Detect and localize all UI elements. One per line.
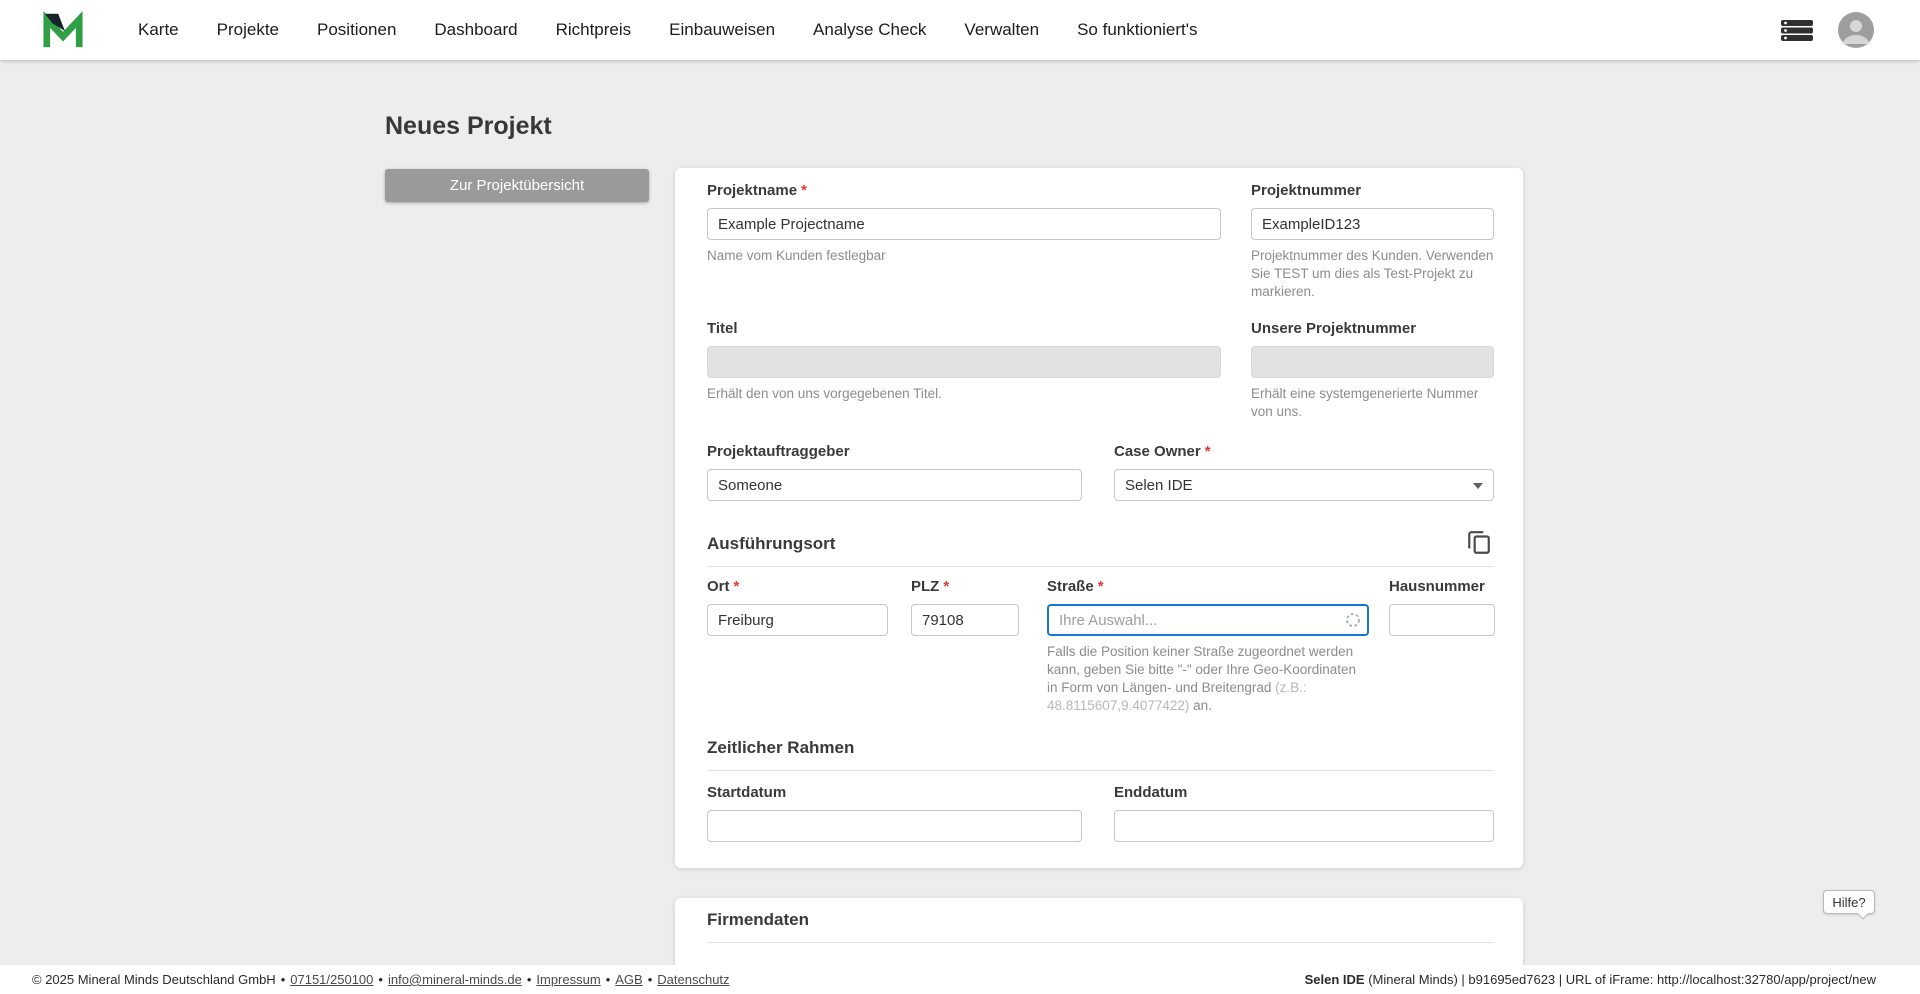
field-enddatum: Enddatum	[1114, 784, 1494, 842]
projektnummer-input[interactable]	[1251, 208, 1494, 240]
enddatum-label: Enddatum	[1114, 784, 1494, 802]
titel-input	[707, 346, 1221, 378]
enddatum-input[interactable]	[1114, 810, 1494, 842]
footer-session-info: Selen IDE (Mineral Minds) | b91695ed7623…	[1305, 972, 1876, 987]
projektauftraggeber-input[interactable]	[707, 469, 1082, 501]
nav-item-so-funktionierts[interactable]: So funktioniert's	[1077, 20, 1197, 40]
nav-item-richtpreis[interactable]: Richtpreis	[556, 20, 632, 40]
field-ort: Ort*	[707, 578, 888, 636]
projektnummer-helper: Projektnummer des Kunden. Verwenden Sie …	[1251, 247, 1494, 301]
footer-legal: © 2025 Mineral Minds Deutschland GmbH•07…	[32, 972, 730, 987]
nav-item-dashboard[interactable]: Dashboard	[434, 20, 517, 40]
projektauftraggeber-label: Projektauftraggeber	[707, 443, 1082, 461]
ort-input[interactable]	[707, 604, 888, 636]
zeitlicher-rahmen-heading: Zeitlicher Rahmen	[707, 738, 1494, 758]
strasse-input[interactable]	[1047, 604, 1369, 636]
case-owner-select[interactable]: Selen IDE	[1114, 469, 1494, 501]
user-avatar[interactable]	[1838, 12, 1874, 48]
datenschutz-link[interactable]: Datenschutz	[657, 972, 729, 987]
top-nav-bar: Karte Projekte Positionen Dashboard Rich…	[0, 0, 1920, 60]
required-marker: *	[734, 578, 740, 595]
copy-icon[interactable]	[1464, 528, 1494, 561]
hausnummer-label: Hausnummer	[1389, 578, 1495, 596]
titel-helper: Erhält den von uns vorgegebenen Titel.	[707, 385, 1221, 403]
ort-label: Ort*	[707, 578, 888, 596]
impressum-link[interactable]: Impressum	[536, 972, 600, 987]
field-projektnummer: Projektnummer Projektnummer des Kunden. …	[1251, 182, 1494, 301]
new-project-form-card: Projektname* Name vom Kunden festlegbar …	[675, 168, 1523, 868]
section-firmendaten: Firmendaten	[707, 910, 1494, 943]
hausnummer-input[interactable]	[1389, 604, 1495, 636]
nav-item-karte[interactable]: Karte	[138, 20, 179, 40]
nav-item-projekte[interactable]: Projekte	[217, 20, 279, 40]
footer-bar: © 2025 Mineral Minds Deutschland GmbH•07…	[0, 965, 1920, 994]
unsere-projektnummer-helper: Erhält eine systemgenerierte Nummer von …	[1251, 385, 1494, 421]
field-hausnummer: Hausnummer	[1389, 578, 1495, 636]
mineral-minds-logo-icon[interactable]	[42, 10, 84, 55]
footer-session-details: (Mineral Minds) | b91695ed7623 | URL of …	[1365, 972, 1876, 987]
help-button[interactable]: Hilfe?	[1823, 890, 1875, 914]
plz-input[interactable]	[911, 604, 1019, 636]
loading-spinner-icon	[1345, 612, 1361, 633]
startdatum-input[interactable]	[707, 810, 1082, 842]
titel-label: Titel	[707, 320, 1221, 338]
copyright-text: © 2025 Mineral Minds Deutschland GmbH	[32, 972, 276, 987]
startdatum-label: Startdatum	[707, 784, 1082, 802]
required-marker: *	[1098, 578, 1104, 595]
nav-item-einbauweisen[interactable]: Einbauweisen	[669, 20, 775, 40]
field-projektauftraggeber: Projektauftraggeber	[707, 443, 1082, 501]
strasse-label: Straße*	[1047, 578, 1369, 596]
ausfuehrungsort-heading: Ausführungsort	[707, 534, 1494, 554]
case-owner-label: Case Owner*	[1114, 443, 1494, 461]
field-plz: PLZ*	[911, 578, 1019, 636]
unsere-projektnummer-input	[1251, 346, 1494, 378]
field-projektname: Projektname* Name vom Kunden festlegbar	[707, 182, 1221, 265]
plz-label: PLZ*	[911, 578, 1019, 596]
field-unsere-projektnummer: Unsere Projektnummer Erhält eine systemg…	[1251, 320, 1494, 421]
required-marker: *	[943, 578, 949, 595]
field-startdatum: Startdatum	[707, 784, 1082, 842]
field-titel: Titel Erhält den von uns vorgegebenen Ti…	[707, 320, 1221, 403]
firmendaten-heading: Firmendaten	[707, 910, 1494, 930]
required-marker: *	[1205, 443, 1211, 460]
nav-item-verwalten[interactable]: Verwalten	[964, 20, 1039, 40]
case-owner-value: Selen IDE	[1125, 477, 1193, 494]
server-icon[interactable]	[1780, 18, 1814, 42]
footer-user-name: Selen IDE	[1305, 972, 1365, 987]
projektname-input[interactable]	[707, 208, 1221, 240]
section-zeitlicher-rahmen: Zeitlicher Rahmen	[707, 738, 1494, 771]
phone-link[interactable]: 07151/250100	[290, 972, 373, 987]
page-title: Neues Projekt	[385, 112, 552, 141]
nav-item-positionen[interactable]: Positionen	[317, 20, 396, 40]
projektname-helper: Name vom Kunden festlegbar	[707, 247, 1221, 265]
field-case-owner: Case Owner* Selen IDE	[1114, 443, 1494, 501]
chevron-down-icon	[1473, 483, 1483, 489]
page: Karte Projekte Positionen Dashboard Rich…	[0, 0, 1920, 994]
field-strasse: Straße* Falls die Position keiner Straße…	[1047, 578, 1369, 715]
header-actions	[1780, 0, 1874, 60]
email-link[interactable]: info@mineral-minds.de	[388, 972, 522, 987]
strasse-helper: Falls die Position keiner Straße zugeord…	[1047, 643, 1369, 715]
nav-item-analyse-check[interactable]: Analyse Check	[813, 20, 926, 40]
required-marker: *	[801, 182, 807, 199]
project-overview-button[interactable]: Zur Projektübersicht	[385, 169, 649, 202]
projektname-label: Projektname*	[707, 182, 1221, 200]
unsere-projektnummer-label: Unsere Projektnummer	[1251, 320, 1494, 338]
agb-link[interactable]: AGB	[615, 972, 642, 987]
main-nav: Karte Projekte Positionen Dashboard Rich…	[138, 0, 1198, 60]
section-ausfuehrungsort: Ausführungsort	[707, 534, 1494, 567]
projektnummer-label: Projektnummer	[1251, 182, 1494, 200]
